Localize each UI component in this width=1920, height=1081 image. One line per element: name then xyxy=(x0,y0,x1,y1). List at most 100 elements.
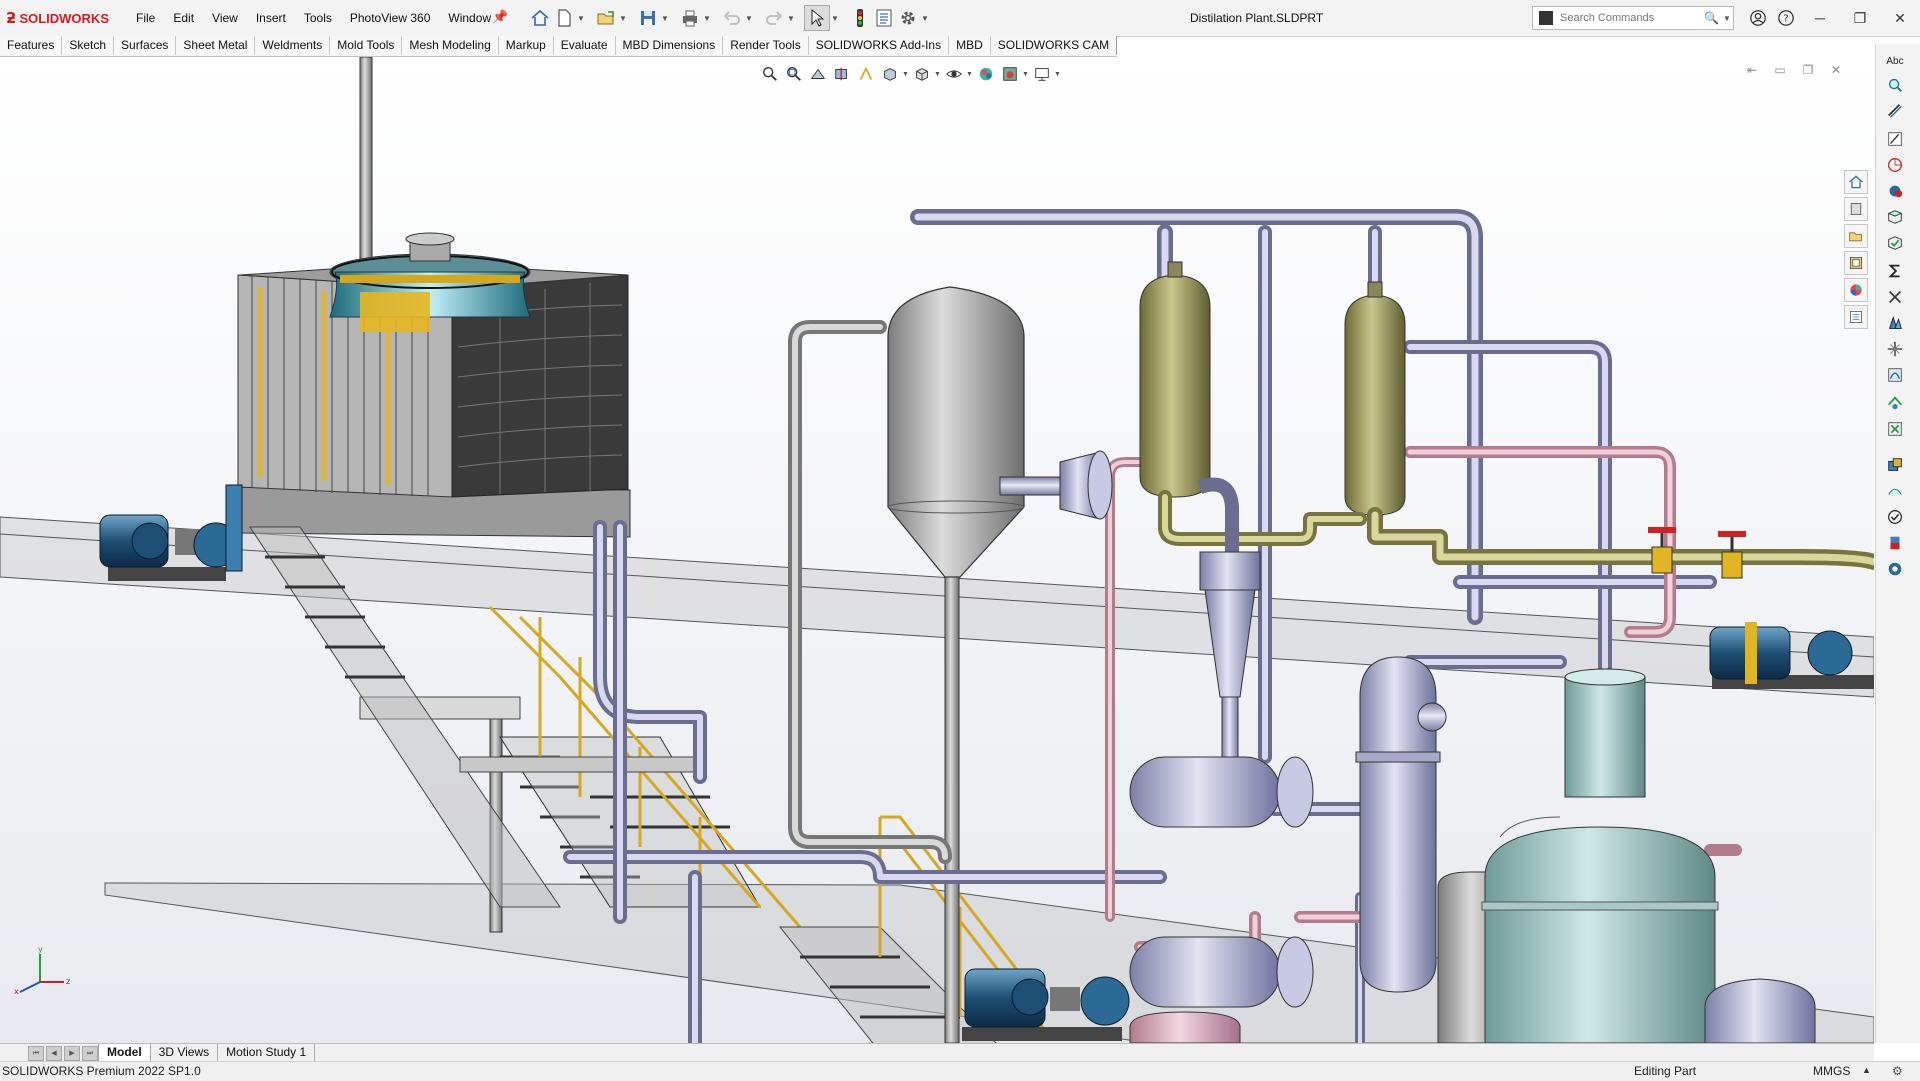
tp-resources-tab[interactable] xyxy=(1844,197,1868,221)
sketch-button[interactable] xyxy=(1882,128,1908,150)
model-viewport[interactable] xyxy=(0,57,1874,1043)
feed-tank-pink[interactable] xyxy=(1129,1011,1241,1043)
graphics-area[interactable]: ▼ ▼ ▼ ▼ ▼ ⇤ ▭ ❐ ✕ y x z xyxy=(0,57,1874,1043)
edit-appearance-button[interactable] xyxy=(974,64,998,84)
tab-solidworks-cam[interactable]: SOLIDWORKS CAM xyxy=(990,36,1118,55)
units-dropdown-icon[interactable]: ▲ xyxy=(1862,1065,1871,1075)
menu-edit[interactable]: Edit xyxy=(173,11,194,25)
viewport-previous-icon[interactable]: ⇤ xyxy=(1738,63,1766,77)
status-settings-icon[interactable]: ⚙ xyxy=(1892,1064,1903,1078)
viewport-minimize-icon[interactable]: ▭ xyxy=(1766,63,1794,77)
undo-dropdown-icon[interactable]: ▼ xyxy=(744,14,754,23)
hide-show-dropdown-icon[interactable]: ▼ xyxy=(966,71,974,78)
display-style-dropdown-icon[interactable]: ▼ xyxy=(934,71,942,78)
tab-sheet-metal[interactable]: Sheet Metal xyxy=(176,36,256,55)
next-tab-arrow-icon[interactable]: ▶ xyxy=(64,1046,80,1061)
heat-exchanger-lower[interactable] xyxy=(1129,936,1314,1008)
interference-button[interactable] xyxy=(1882,154,1908,176)
tab-model[interactable]: Model xyxy=(98,1044,151,1062)
prev-tab-arrow-icon[interactable]: ◀ xyxy=(46,1046,62,1061)
equations-button[interactable] xyxy=(1882,260,1908,282)
tab-solidworks-add-ins[interactable]: SOLIDWORKS Add-Ins xyxy=(808,36,950,55)
last-tab-arrow-icon[interactable]: ⏭ xyxy=(82,1046,98,1061)
open-dropdown-icon[interactable]: ▼ xyxy=(618,14,628,23)
menu-photoview[interactable]: PhotoView 360 xyxy=(350,11,431,25)
separator-vessel-1[interactable] xyxy=(1139,261,1211,498)
tab-surfaces[interactable]: Surfaces xyxy=(114,36,177,55)
addins-button[interactable] xyxy=(1882,558,1908,580)
tab-3d-views[interactable]: 3D Views xyxy=(151,1044,219,1062)
pump-motor-middle[interactable] xyxy=(962,968,1130,1041)
search-input[interactable] xyxy=(1558,11,1702,25)
help-icon[interactable]: ? xyxy=(1772,6,1800,30)
viewport-restore-icon[interactable]: ❐ xyxy=(1794,63,1822,77)
tp-view-palette-tab[interactable] xyxy=(1844,251,1868,275)
valve-red-2[interactable] xyxy=(1718,531,1746,579)
heat-exchanger-upper[interactable] xyxy=(1129,756,1314,828)
user-account-icon[interactable] xyxy=(1744,6,1772,30)
options-dropdown-icon[interactable]: ▼ xyxy=(920,14,930,23)
checkmark-button[interactable] xyxy=(1882,506,1908,528)
mass-properties-button[interactable] xyxy=(1882,180,1908,202)
zoom-to-area-button[interactable] xyxy=(782,64,806,84)
view-orientation-dropdown-icon[interactable]: ▼ xyxy=(902,71,910,78)
viewport-close-icon[interactable]: ✕ xyxy=(1822,63,1850,77)
tab-motion-study-1[interactable]: Motion Study 1 xyxy=(218,1044,316,1062)
select-dropdown-icon[interactable]: ▼ xyxy=(830,14,840,23)
separator-vessel-2[interactable] xyxy=(1344,281,1406,516)
tp-home-tab[interactable] xyxy=(1844,170,1868,194)
home-button[interactable] xyxy=(528,6,552,30)
measure-button[interactable] xyxy=(1882,100,1908,122)
unit-system[interactable]: MMGS xyxy=(1813,1064,1850,1078)
tab-sketch[interactable]: Sketch xyxy=(62,36,115,55)
receiver-tank[interactable] xyxy=(1704,978,1816,1043)
open-button[interactable] xyxy=(594,6,618,30)
undo-button[interactable] xyxy=(720,6,744,30)
tab-render-tools[interactable]: Render Tools xyxy=(723,36,809,55)
new-dropdown-icon[interactable]: ▼ xyxy=(576,14,586,23)
search-icon[interactable]: 🔍 xyxy=(1704,11,1719,25)
section-properties-button[interactable] xyxy=(1882,206,1908,228)
menu-view[interactable]: View xyxy=(212,11,238,25)
first-tab-arrow-icon[interactable]: ⏮ xyxy=(28,1046,44,1061)
tab-mold-tools[interactable]: Mold Tools xyxy=(330,36,403,55)
menu-window[interactable]: Window xyxy=(448,11,491,25)
draft-analysis-button[interactable] xyxy=(1882,312,1908,334)
tab-mbd[interactable]: MBD xyxy=(949,36,991,55)
restore-window-button[interactable]: ❐ xyxy=(1840,6,1880,30)
print-dropdown-icon[interactable]: ▼ xyxy=(702,14,712,23)
new-document-button[interactable] xyxy=(552,6,576,30)
flags-button[interactable] xyxy=(1882,532,1908,554)
check-button[interactable] xyxy=(1882,232,1908,254)
rebuild-button[interactable] xyxy=(848,6,872,30)
minimize-window-button[interactable]: ─ xyxy=(1800,6,1840,30)
save-button[interactable] xyxy=(636,6,660,30)
view-orientation-button[interactable] xyxy=(878,64,902,84)
reactor-vessel[interactable] xyxy=(1481,668,1719,1043)
move-face-button[interactable] xyxy=(1882,286,1908,308)
previous-view-button[interactable] xyxy=(806,64,830,84)
file-properties-button[interactable] xyxy=(872,6,896,30)
redo-button[interactable] xyxy=(762,6,786,30)
print-button[interactable] xyxy=(678,6,702,30)
select-button[interactable] xyxy=(804,5,830,31)
tp-file-explorer-tab[interactable] xyxy=(1844,224,1868,248)
search-dropdown-icon[interactable]: ▼ xyxy=(1723,14,1731,23)
pin-menu-icon[interactable]: 📌 xyxy=(492,9,508,25)
view-settings-dropdown-icon[interactable]: ▼ xyxy=(1054,71,1062,78)
save-dropdown-icon[interactable]: ▼ xyxy=(660,14,670,23)
tab-markup[interactable]: Markup xyxy=(498,36,554,55)
hide-show-items-button[interactable] xyxy=(942,64,966,84)
solidworks-logo[interactable]: ƻ SOLIDWORKS xyxy=(6,9,109,27)
tp-appearances-tab[interactable] xyxy=(1844,278,1868,302)
surface-button[interactable] xyxy=(1882,480,1908,502)
dynamic-annotation-button[interactable] xyxy=(854,64,878,84)
tab-mbd-dimensions[interactable]: MBD Dimensions xyxy=(615,36,724,55)
tp-custom-properties-tab[interactable] xyxy=(1844,305,1868,329)
reference-geometry-button[interactable] xyxy=(1882,338,1908,360)
tab-weldments[interactable]: Weldments xyxy=(255,36,331,55)
tab-mesh-modeling[interactable]: Mesh Modeling xyxy=(402,36,499,55)
smart-dimension-button[interactable]: Abc xyxy=(1882,50,1908,72)
display-style-button[interactable] xyxy=(910,64,934,84)
redo-dropdown-icon[interactable]: ▼ xyxy=(786,14,796,23)
